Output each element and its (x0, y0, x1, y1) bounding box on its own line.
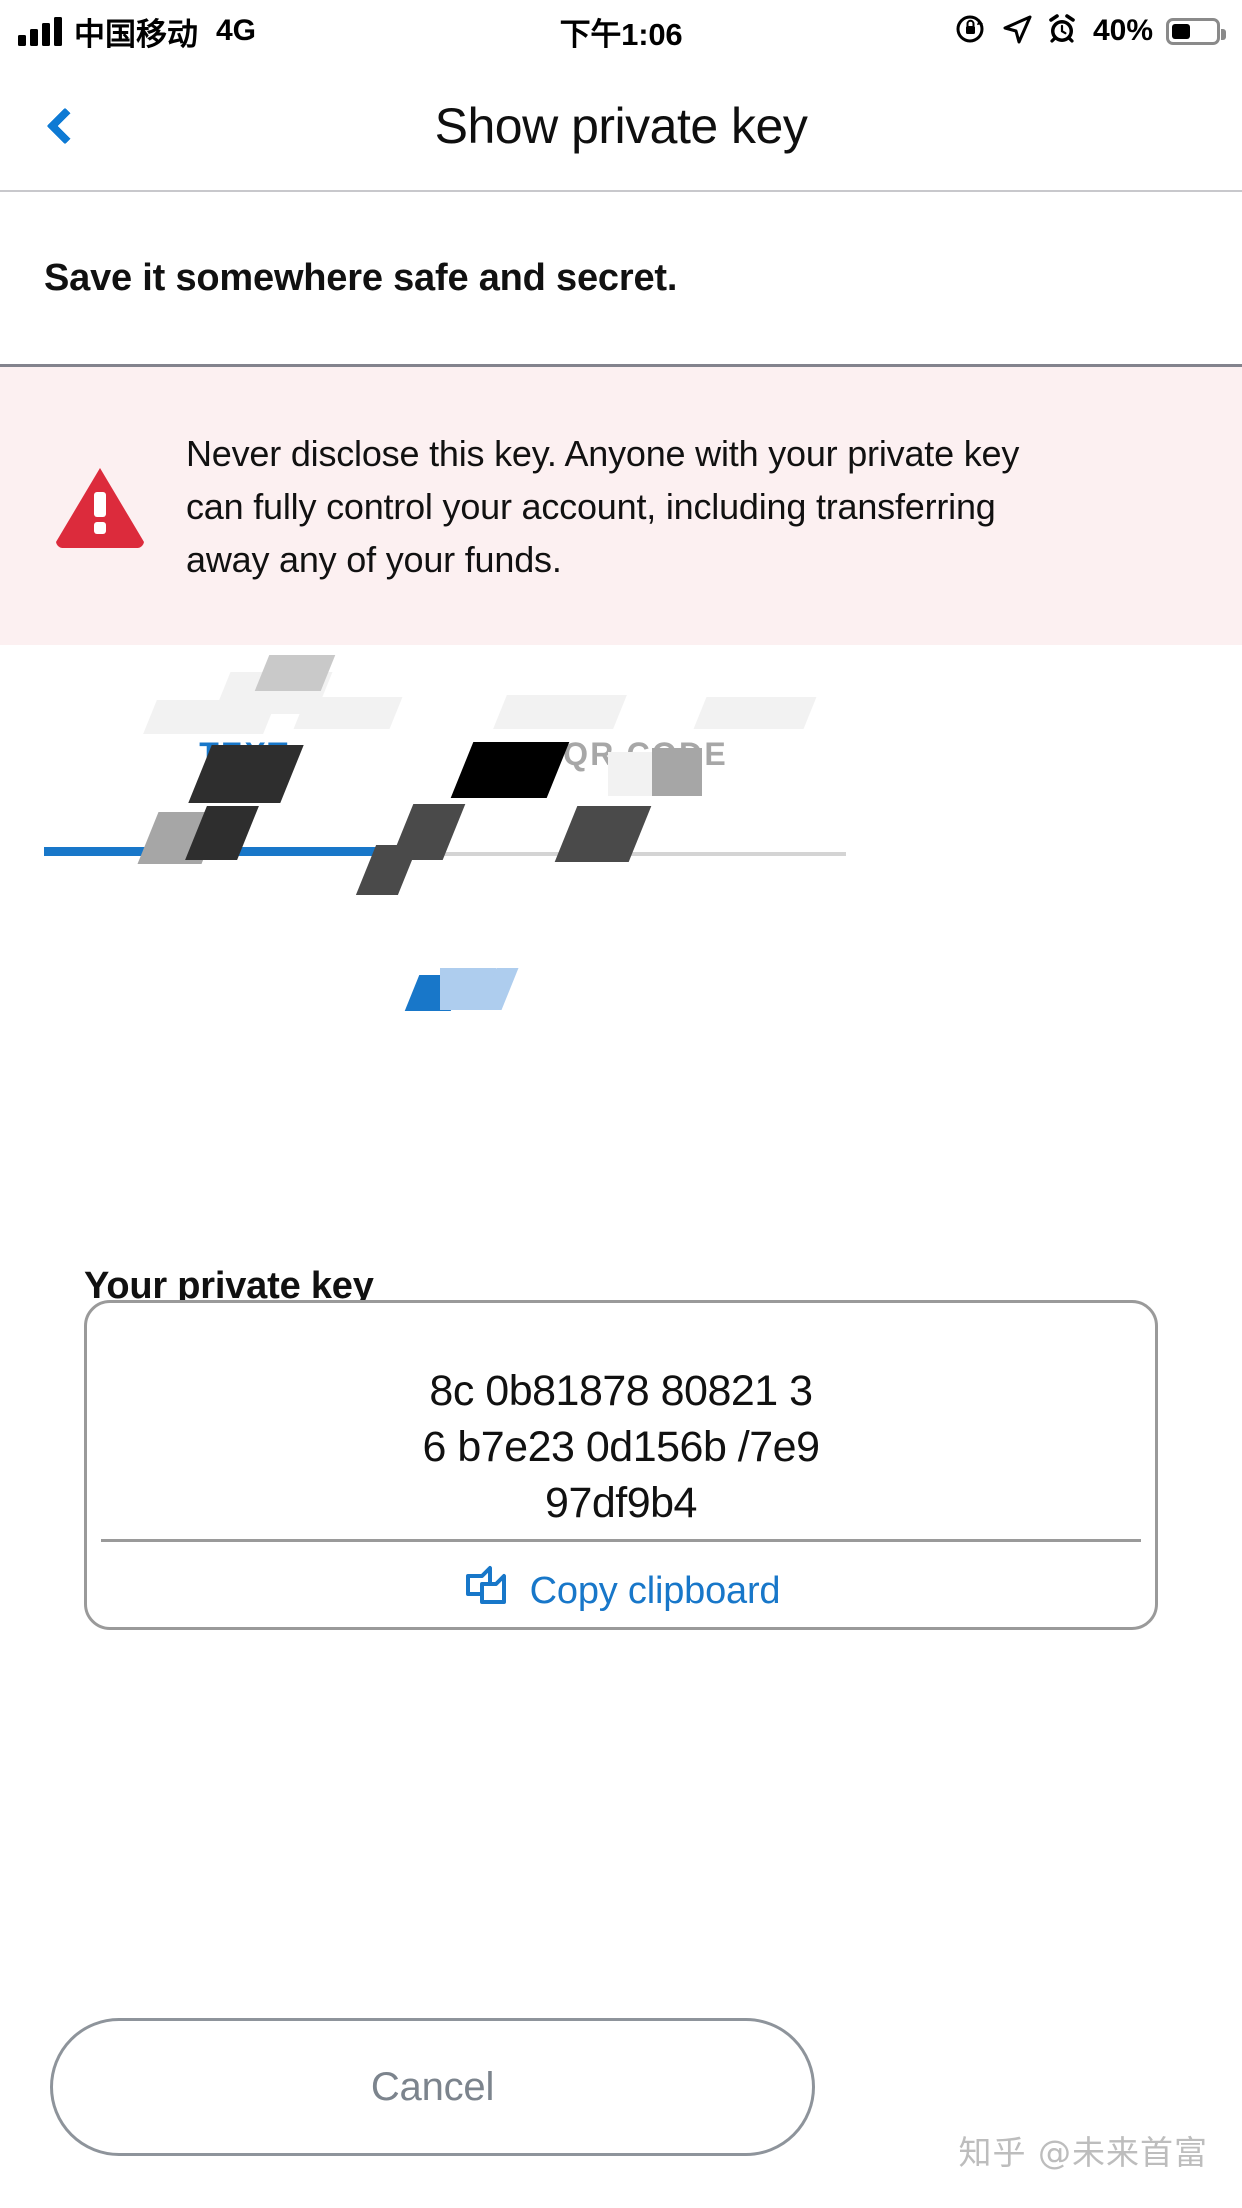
status-right-group: 40% (954, 12, 1226, 51)
tab-bar: TEXT QR CODE (44, 660, 846, 856)
warning-text: Never disclose this key. Anyone with you… (186, 432, 1020, 580)
battery-percent-label: 40% (1092, 14, 1153, 47)
back-chevron-icon (46, 107, 84, 145)
redaction-mark (404, 975, 466, 1011)
private-key-value: 8c 0b81878 80821 3 6 b7e23 0d156b /7e9 9… (422, 1367, 820, 1527)
rotation-lock-icon (954, 12, 988, 51)
tab-qr-code[interactable]: QR CODE (445, 736, 846, 773)
status-bar: 中国移动 4G 下午1:06 40% (0, 0, 1242, 62)
battery-icon (1166, 17, 1226, 45)
navigation-bar: Show private key (0, 62, 1242, 192)
tab-text[interactable]: TEXT (44, 736, 445, 773)
redaction-mark (440, 968, 496, 1010)
page-title: Show private key (434, 98, 808, 154)
app-screen: 中国移动 4G 下午1:06 40% Show private key Save… (0, 0, 1242, 2208)
copy-documents-icon (462, 1564, 512, 1619)
back-button[interactable] (30, 91, 100, 161)
cancel-button[interactable]: Cancel (50, 2018, 815, 2156)
warning-banner: Never disclose this key. Anyone with you… (0, 364, 1242, 645)
subtitle-row: Save it somewhere safe and secret. (0, 192, 1242, 364)
tab-active-indicator (44, 847, 437, 856)
cancel-label: Cancel (370, 2064, 495, 2109)
private-key-card: 8c 0b81878 80821 3 6 b7e23 0d156b /7e9 9… (84, 1300, 1158, 1630)
watermark: 知乎 @未来首富 (958, 2133, 1208, 2172)
location-arrow-icon (1001, 13, 1033, 50)
copy-label: Copy clipboard (529, 1569, 781, 1612)
subtitle-text: Save it somewhere safe and secret. (44, 256, 678, 299)
card-divider (101, 1539, 1141, 1542)
tab-row: TEXT QR CODE (44, 660, 846, 848)
copy-to-clipboard-button[interactable]: Copy clipboard (87, 1555, 1155, 1627)
warning-triangle-icon (52, 464, 148, 548)
redaction-mark (479, 968, 519, 1010)
alarm-clock-icon (1046, 13, 1078, 50)
